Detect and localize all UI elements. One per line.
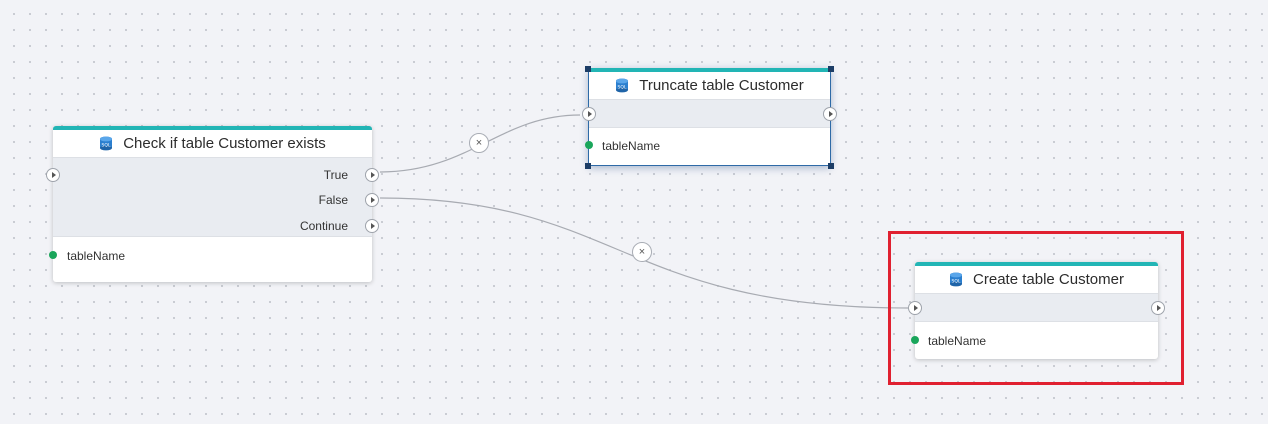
output-port-false[interactable]: [365, 193, 379, 207]
node-ports: True False Continue: [46, 158, 379, 237]
param-row: tableName: [49, 237, 372, 281]
highlight-box: [888, 231, 1184, 385]
param-connector[interactable]: [49, 251, 57, 259]
node-header[interactable]: SQL Truncate table Customer: [589, 72, 830, 100]
node-ports: [582, 100, 837, 128]
node-header[interactable]: SQL Check if table Customer exists: [53, 130, 372, 158]
param-connector[interactable]: [585, 141, 593, 149]
param-label: tableName: [602, 139, 661, 153]
svg-text:SQL: SQL: [618, 85, 627, 91]
resize-handle[interactable]: [585, 66, 591, 72]
node-title: Truncate table Customer: [639, 77, 804, 94]
sql-database-icon: SQL: [99, 136, 113, 151]
output-label-continue: Continue: [299, 219, 348, 233]
output-port[interactable]: [823, 107, 837, 121]
resize-handle[interactable]: [828, 163, 834, 169]
flow-canvas[interactable]: × × SQL Check if table Customer exists T…: [0, 0, 1268, 424]
delete-link-button[interactable]: ×: [469, 133, 489, 153]
delete-link-button[interactable]: ×: [632, 242, 652, 262]
param-label: tableName: [67, 249, 126, 263]
sql-database-icon: SQL: [615, 78, 629, 93]
input-port[interactable]: [582, 107, 596, 121]
output-label-true: True: [323, 168, 348, 182]
output-label-false: False: [318, 193, 348, 207]
output-port-true[interactable]: [365, 168, 379, 182]
param-row: tableName: [585, 128, 830, 164]
resize-handle[interactable]: [585, 163, 591, 169]
resize-handle[interactable]: [828, 66, 834, 72]
svg-text:SQL: SQL: [102, 143, 111, 149]
node-title: Check if table Customer exists: [123, 135, 326, 152]
input-port[interactable]: [46, 168, 60, 182]
output-port-continue[interactable]: [365, 219, 379, 233]
node-check-table-exists[interactable]: SQL Check if table Customer exists True …: [46, 126, 379, 282]
node-truncate-table[interactable]: SQL Truncate table Customer tableName: [582, 66, 837, 169]
